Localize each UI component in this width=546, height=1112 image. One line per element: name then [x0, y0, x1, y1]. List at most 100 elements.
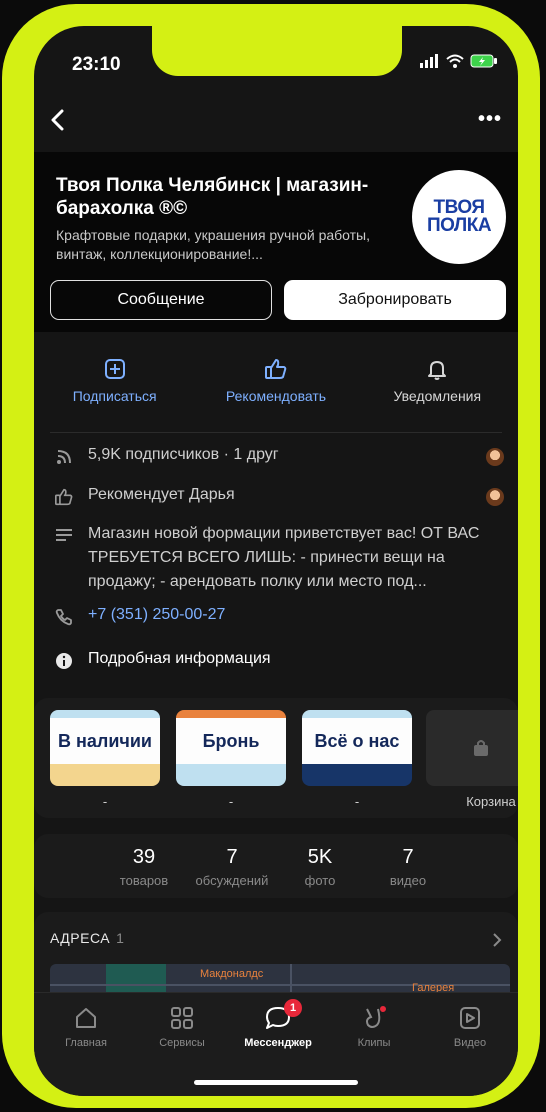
tile-band [176, 710, 286, 718]
tile-cart[interactable] [426, 710, 518, 786]
top-bar: ••• [34, 96, 518, 152]
tile-in-stock[interactable]: В наличии [50, 710, 160, 786]
community-logo[interactable]: ТВОЯ ПОЛКА [412, 170, 506, 264]
tile-label: Бронь [176, 718, 286, 764]
unread-badge: 1 [284, 999, 302, 1017]
friend-avatar[interactable] [486, 448, 504, 466]
recommends-text: Рекомендует Дарья [88, 486, 235, 503]
details-row[interactable]: Подробная информация [54, 650, 504, 670]
notifications-action[interactable]: Уведомления [357, 344, 518, 424]
phone-frame: 23:10 ••• Твоя Полка Челябинск | магазин… [2, 4, 540, 1108]
bottom-tab-bar: Главная Сервисы 1 Мессенджер Клипы Видео [34, 992, 518, 1096]
shopping-bag-icon [474, 740, 488, 756]
tab-label: Сервисы [159, 1037, 205, 1049]
signal-icon [420, 54, 438, 68]
stat-products[interactable]: 39 товаров [100, 834, 188, 898]
book-button[interactable]: Забронировать [284, 280, 506, 320]
wifi-icon [446, 54, 464, 68]
phone-row[interactable]: +7 (351) 250-00-27 [54, 606, 504, 626]
plus-square-icon [104, 359, 125, 379]
video-icon [460, 1007, 480, 1029]
tab-clips[interactable]: Клипы [326, 1005, 422, 1049]
recommend-action[interactable]: Рекомендовать [195, 344, 356, 424]
stats-bar: 39 товаров 7 обсуждений 5K фото 7 видео [34, 834, 518, 898]
tile-band [302, 710, 412, 718]
subscribe-label: Подписаться [72, 388, 157, 404]
tab-label: Клипы [357, 1037, 391, 1049]
message-button[interactable]: Сообщение [50, 280, 272, 320]
stat-label: фото [304, 873, 336, 888]
tab-label: Видео [453, 1037, 487, 1049]
text-lines-icon [56, 529, 72, 541]
thumbs-up-small-icon [54, 488, 73, 506]
details-text: Подробная информация [88, 650, 271, 667]
rss-icon [57, 450, 71, 464]
stat-label: видео [389, 873, 427, 888]
status-time: 23:10 [72, 54, 121, 75]
stat-label: товаров [119, 873, 169, 888]
tab-video[interactable]: Видео [422, 1005, 518, 1049]
tab-label: Главная [65, 1037, 107, 1049]
description-row[interactable]: Магазин новой формации приветствует вас!… [54, 522, 504, 594]
subscribe-action[interactable]: Подписаться [34, 344, 195, 424]
bell-icon [428, 361, 447, 380]
subscribers-row[interactable]: 5,9K подписчиков · 1 друг [54, 446, 504, 466]
stat-discussions[interactable]: 7 обсуждений [188, 834, 276, 898]
profile-header: Твоя Полка Челябинск | магазин-барахолка… [34, 152, 518, 332]
tile-band [176, 764, 286, 786]
action-row: Подписаться Рекомендовать Уведомления [34, 344, 518, 424]
stat-value: 39 [132, 846, 156, 868]
tile-about-us[interactable]: Всё о нас [302, 710, 412, 786]
logo-text-line2: ПОЛКА [426, 215, 492, 236]
stat-videos[interactable]: 7 видео [364, 834, 452, 898]
tile-caption: - [354, 794, 360, 809]
header-buttons: Сообщение Забронировать [50, 280, 506, 320]
addresses-heading: АДРЕСА [50, 930, 111, 946]
chevron-right-icon[interactable] [492, 932, 502, 948]
back-arrow-icon[interactable] [48, 108, 70, 132]
tab-label: Мессенджер [244, 1037, 312, 1049]
info-icon [56, 653, 72, 669]
notch [152, 26, 402, 76]
tab-messenger[interactable]: 1 Мессенджер [230, 999, 326, 1049]
stat-value: 5K [307, 846, 333, 868]
home-icon [76, 1008, 96, 1028]
page-title: Твоя Полка Челябинск | магазин-барахолка… [56, 175, 369, 219]
tile-caption: - [102, 794, 108, 809]
description-text: Магазин новой формации приветствует вас!… [88, 525, 480, 590]
stat-photos[interactable]: 5K фото [276, 834, 364, 898]
tab-services[interactable]: Сервисы [134, 1005, 230, 1049]
clips-icon [366, 1006, 386, 1028]
tile-band [50, 764, 160, 786]
phone-link[interactable]: +7 (351) 250-00-27 [88, 606, 225, 624]
tab-home[interactable]: Главная [38, 1005, 134, 1049]
tile-label: В наличии [50, 718, 160, 764]
addresses-title: АДРЕСА 1 [50, 930, 124, 946]
stat-value: 7 [402, 846, 414, 868]
market-tiles: В наличии - Бронь - Всё о нас - Корзина [34, 698, 518, 818]
thumbs-up-icon [264, 359, 287, 379]
app-screen: 23:10 ••• Твоя Полка Челябинск | магазин… [34, 26, 518, 1096]
subscribers-text: 5,9K подписчиков · 1 друг [88, 446, 279, 463]
stat-value: 7 [226, 846, 238, 868]
status-icons [420, 54, 498, 68]
recommends-row[interactable]: Рекомендует Дарья [54, 486, 504, 506]
services-grid-icon [171, 1007, 193, 1029]
tile-band [302, 764, 412, 786]
phone-icon [55, 609, 72, 626]
tile-booking[interactable]: Бронь [176, 710, 286, 786]
page-subtitle: Крафтовые подарки, украшения ручной рабо… [56, 227, 371, 262]
tile-caption: Корзина [466, 794, 516, 809]
recommend-label: Рекомендовать [225, 388, 327, 404]
map-label: Макдоналдс [200, 968, 264, 980]
home-indicator [194, 1080, 358, 1085]
more-options-icon[interactable]: ••• [478, 108, 502, 131]
recommender-avatar[interactable] [486, 488, 504, 506]
tile-band [50, 710, 160, 718]
addresses-count: 1 [116, 930, 125, 946]
divider [50, 432, 502, 433]
stat-label: обсуждений [195, 873, 269, 888]
notifications-label: Уведомления [393, 388, 482, 404]
battery-icon [470, 54, 497, 68]
tile-caption: - [228, 794, 234, 809]
